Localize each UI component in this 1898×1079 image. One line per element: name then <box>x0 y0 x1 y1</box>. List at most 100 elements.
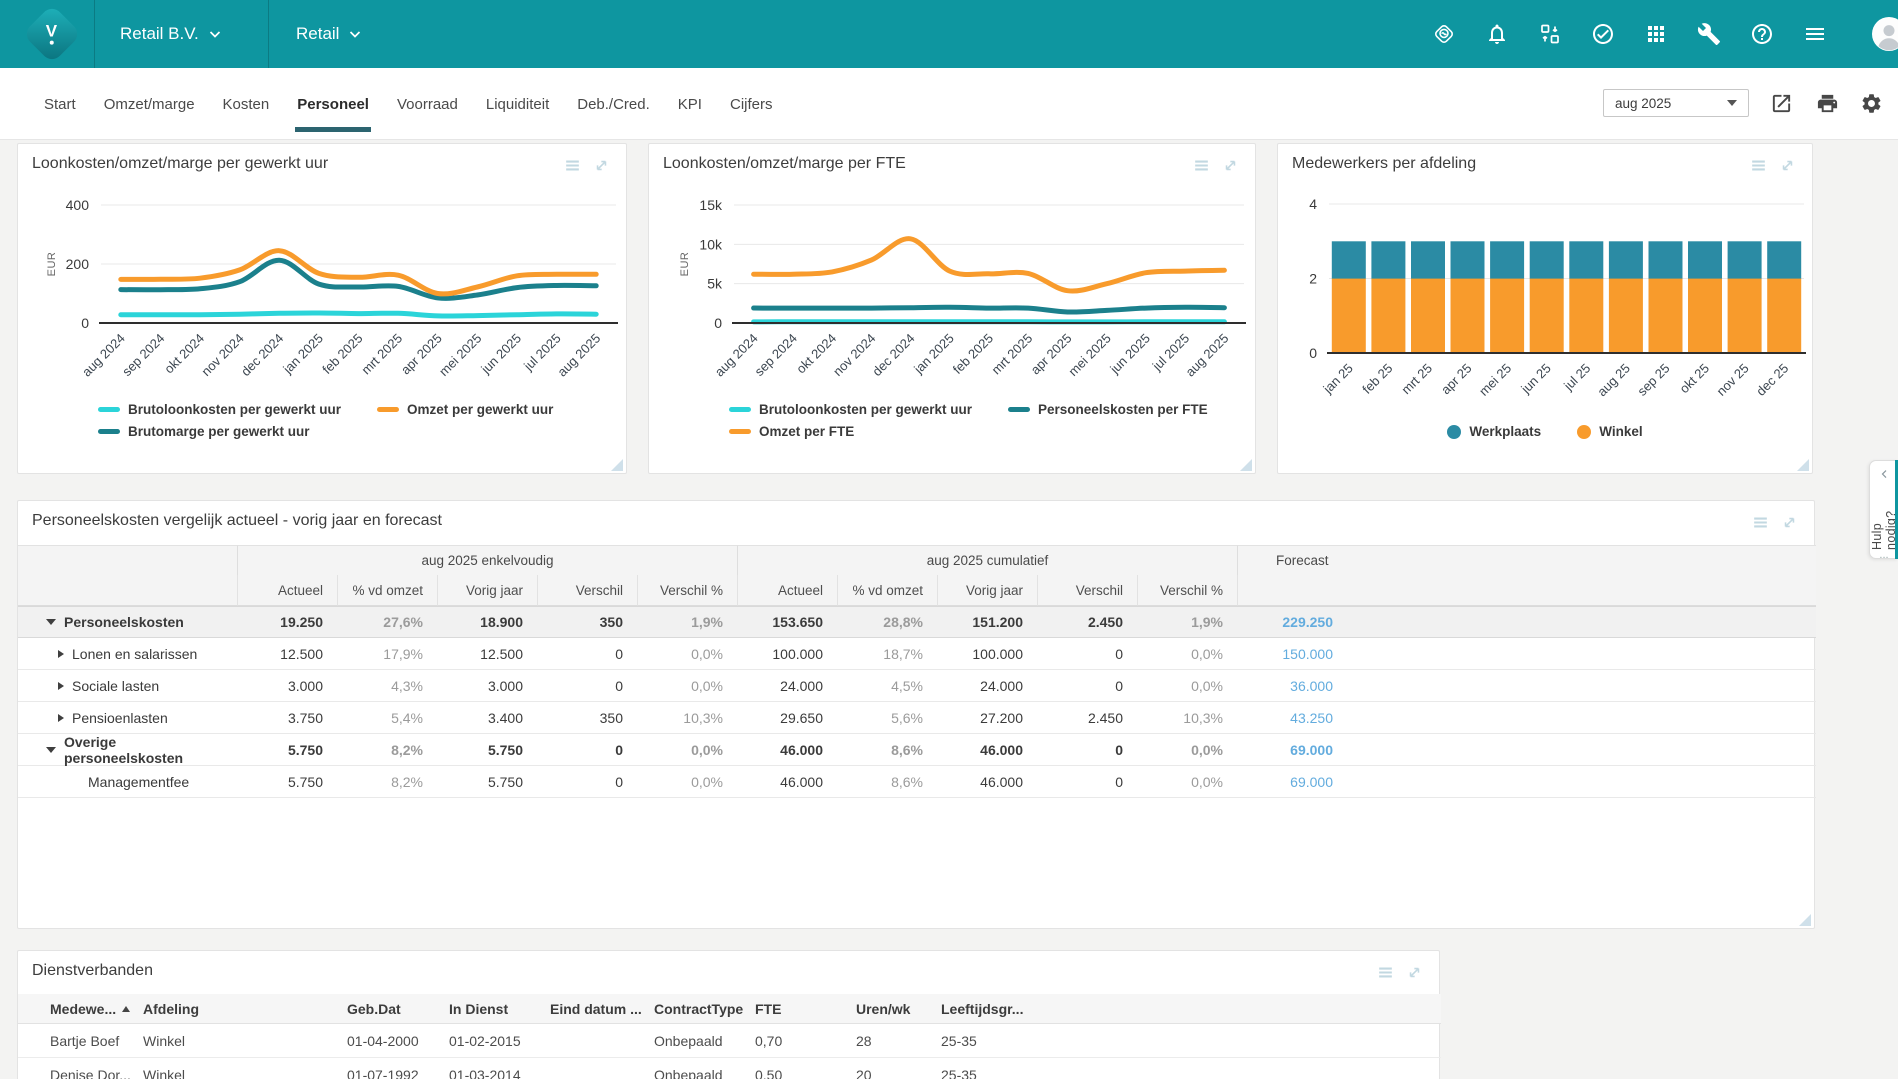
tab-deb-cred[interactable]: Deb./Cred. <box>563 68 664 140</box>
svg-text:dec 2024: dec 2024 <box>238 331 286 379</box>
legend-item-winkel[interactable]: Winkel <box>1577 424 1643 439</box>
column-header-medewe-[interactable]: Medewe... <box>50 1001 143 1017</box>
employment-cell: 01-04-2000 <box>347 1032 419 1049</box>
header-icon-group <box>1432 0 1898 68</box>
panel-menu-icon[interactable] <box>1751 513 1770 532</box>
legend-label: Brutoloonkosten per gewerkt uur <box>128 402 342 417</box>
caret-down-icon <box>1727 100 1737 106</box>
row-label[interactable]: Pensioenlasten <box>18 702 237 733</box>
collapse-arrow-icon[interactable] <box>46 747 56 753</box>
table-row[interactable]: Managementfee 5.750 8,2% 5.750 0 0,0% 46.000 8,… <box>18 766 1816 798</box>
column-header-eind-datum-[interactable]: Eind datum ... <box>550 1001 654 1017</box>
dashboard-selector[interactable]: Retail <box>296 0 361 68</box>
legend-label: Omzet per gewerkt uur <box>407 402 554 417</box>
legend-item-omzet-per-fte[interactable]: Omzet per FTE <box>729 424 854 439</box>
expand-arrow-icon[interactable] <box>58 713 64 722</box>
legend-item-omzet-per-gewerkt-uur[interactable]: Omzet per gewerkt uur <box>377 402 553 417</box>
employment-cell: 20 <box>856 1066 872 1079</box>
legend-line-icon <box>98 429 120 434</box>
legend-item-brutomarge-per-gewerkt-uur[interactable]: Brutomarge per gewerkt uur <box>98 424 310 439</box>
panel-expand-icon[interactable] <box>1780 513 1799 532</box>
share-icon[interactable] <box>1770 92 1793 115</box>
column-header-geb-dat[interactable]: Geb.Dat <box>347 1001 449 1017</box>
column-header-afdeling[interactable]: Afdeling <box>143 1001 347 1017</box>
table-row[interactable]: Pensioenlasten 3.750 5,4% 3.400 350 10,3% 29.6… <box>18 702 1816 734</box>
table-row[interactable]: Overige personeelskosten 5.750 8,2% 5.750 0 0… <box>18 734 1816 766</box>
column-header-label: Uren/wk <box>856 1000 911 1017</box>
employment-row[interactable]: Denise Dor... Winkel 01-07-1992 01-03-2014 O… <box>18 1058 1441 1079</box>
table-group-header: Forecast <box>1237 545 1816 575</box>
tab-cijfers[interactable]: Cijfers <box>716 68 787 140</box>
resize-handle-icon[interactable] <box>1797 458 1809 471</box>
panel-expand-icon[interactable] <box>592 156 611 175</box>
resize-handle-icon[interactable] <box>611 458 623 471</box>
tools-icon[interactable] <box>1697 22 1721 46</box>
table-row[interactable]: Lonen en salarissen 12.500 17,9% 12.500 0 0,0… <box>18 638 1816 670</box>
tab-kpi[interactable]: KPI <box>664 68 716 140</box>
tab-liquiditeit[interactable]: Liquiditeit <box>472 68 563 140</box>
panel-expand-icon[interactable] <box>1778 156 1797 175</box>
column-header-label: Eind datum ... <box>550 1000 642 1017</box>
notifications-icon[interactable] <box>1485 22 1509 46</box>
print-icon[interactable] <box>1816 92 1839 115</box>
expand-arrow-icon[interactable] <box>58 649 64 658</box>
row-label[interactable]: Lonen en salarissen <box>18 638 237 669</box>
tab-start[interactable]: Start <box>30 68 90 140</box>
user-menu[interactable] <box>1872 17 1898 51</box>
panel-menu-icon[interactable] <box>1749 156 1768 175</box>
panel-menu-icon[interactable] <box>563 156 582 175</box>
help-icon[interactable] <box>1750 22 1774 46</box>
row-label[interactable]: Personeelskosten <box>18 607 237 637</box>
sync-icon[interactable] <box>1538 22 1562 46</box>
settings-gear-icon[interactable] <box>1860 92 1883 115</box>
filler-cell <box>1347 734 1816 766</box>
app-logo[interactable]: V <box>22 4 82 64</box>
row-label[interactable]: Overige personeelskosten <box>18 734 237 766</box>
row-label-text: Lonen en salarissen <box>72 645 198 662</box>
legend-item-werkplaats[interactable]: Werkplaats <box>1447 424 1541 439</box>
tasks-icon[interactable] <box>1591 22 1615 46</box>
value-cell: 0 <box>1115 773 1123 790</box>
value-cell: 29.650 <box>780 709 823 726</box>
monitor-icon[interactable] <box>1432 22 1456 46</box>
column-header-fte[interactable]: FTE <box>755 1001 856 1017</box>
column-header-contracttype[interactable]: ContractType <box>654 1001 755 1017</box>
tab-voorraad[interactable]: Voorraad <box>383 68 472 140</box>
panel-menu-icon[interactable] <box>1376 963 1395 982</box>
menu-icon[interactable] <box>1803 22 1827 46</box>
panel-expand-icon[interactable] <box>1221 156 1240 175</box>
column-header-leeftijdsgr-[interactable]: Leeftijdsgr... <box>941 1001 1441 1017</box>
column-header-in-dienst[interactable]: In Dienst <box>449 1001 550 1017</box>
row-label[interactable]: Managementfee <box>18 766 237 797</box>
tab-kosten[interactable]: Kosten <box>209 68 284 140</box>
svg-text:200: 200 <box>66 256 90 272</box>
employment-row[interactable]: Bartje Boef Winkel 01-04-2000 01-02-2015 Onb… <box>18 1024 1441 1058</box>
period-dropdown[interactable]: aug 2025 <box>1603 89 1749 117</box>
svg-text:mei 2025: mei 2025 <box>436 331 484 379</box>
collapse-arrow-icon[interactable] <box>46 619 56 625</box>
value-cell: 18,7% <box>883 645 923 662</box>
help-side-tab[interactable]: Hulp nodig? ... <box>1869 460 1898 561</box>
apps-icon[interactable] <box>1644 22 1668 46</box>
legend-item-brutoloonkosten-per-gewerkt-uur[interactable]: Brutoloonkosten per gewerkt uur <box>729 402 972 417</box>
table-row[interactable]: Personeelskosten 19.250 27,6% 18.900 350 1,9%… <box>18 606 1816 638</box>
panel-expand-icon[interactable] <box>1405 963 1424 982</box>
row-label[interactable]: Sociale lasten <box>18 670 237 701</box>
table-column-header: Actueel <box>237 575 337 606</box>
employment-cell: 28 <box>856 1032 872 1049</box>
expand-arrow-icon[interactable] <box>58 681 64 690</box>
table-row[interactable]: Sociale lasten 3.000 4,3% 3.000 0 0,0% 24.000 4… <box>18 670 1816 702</box>
legend-item-personeelskosten-per-fte[interactable]: Personeelskosten per FTE <box>1008 402 1208 417</box>
resize-handle-icon[interactable] <box>1240 458 1252 471</box>
legend-item-brutoloonkosten-per-gewerkt-uur[interactable]: Brutoloonkosten per gewerkt uur <box>98 402 341 417</box>
company-selector[interactable]: Retail B.V. <box>120 0 221 68</box>
resize-handle-icon[interactable] <box>1799 913 1811 926</box>
personnel-table: aug 2025 enkelvoudig aug 2025 cumulatief F… <box>18 545 1816 798</box>
tab-personeel[interactable]: Personeel <box>283 68 383 140</box>
value-cell: 12.500 <box>280 645 323 662</box>
value-cell: 0,0% <box>691 742 723 758</box>
panel-menu-icon[interactable] <box>1192 156 1211 175</box>
column-header-uren-wk[interactable]: Uren/wk <box>856 1001 941 1017</box>
tab-omzet-marge[interactable]: Omzet/marge <box>90 68 209 140</box>
help-tab-label: Hulp nodig? <box>1870 510 1898 550</box>
